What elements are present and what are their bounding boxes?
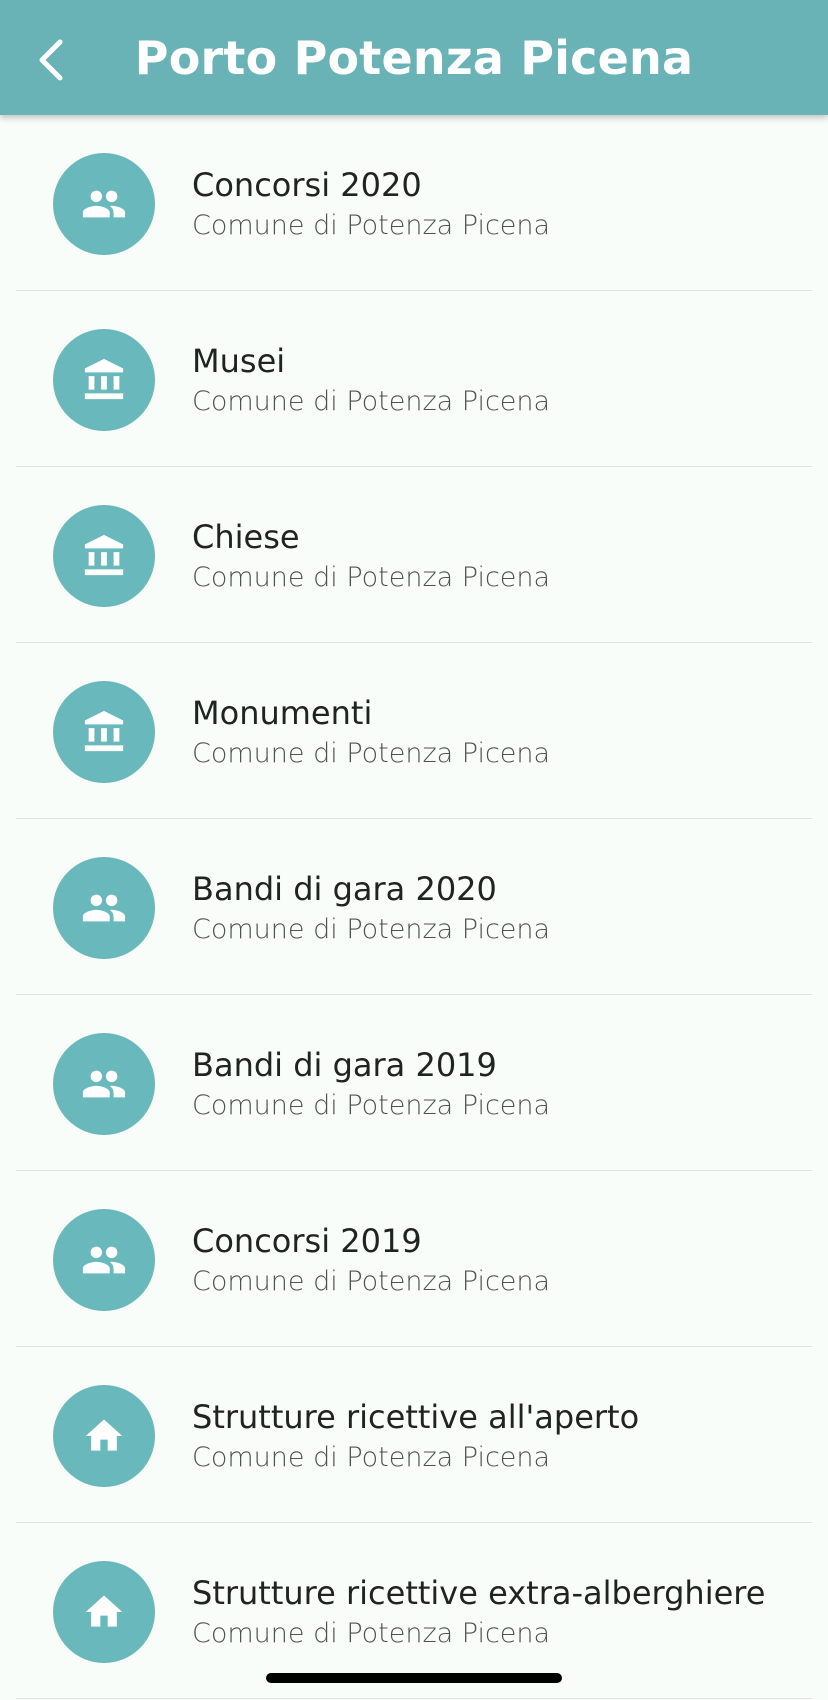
category-list: Concorsi 2020 Comune di Potenza Picena M… [0, 115, 828, 1699]
museum-icon [84, 534, 124, 576]
museum-icon [84, 710, 124, 752]
app-bar: Porto Potenza Picena [0, 0, 828, 115]
category-avatar [53, 329, 155, 431]
list-item-2[interactable]: Musei Comune di Potenza Picena [0, 291, 828, 467]
people-icon [82, 894, 126, 922]
category-avatar [53, 1033, 155, 1135]
list-item-title: Bandi di gara 2019 [192, 1046, 497, 1084]
list-item-subtitle: Comune di Potenza Picena [192, 1266, 551, 1297]
list-item-title: Monumenti [192, 694, 373, 732]
category-avatar [53, 153, 155, 255]
museum-icon [84, 358, 124, 400]
category-avatar [53, 1385, 155, 1487]
list-item-8[interactable]: Strutture ricettive all'aperto Comune di… [0, 1347, 828, 1523]
list-item-subtitle: Comune di Potenza Picena [192, 386, 551, 417]
list-item-title: Bandi di gara 2020 [192, 870, 497, 908]
list-item-subtitle: Comune di Potenza Picena [192, 738, 551, 769]
page-title: Porto Potenza Picena [134, 31, 694, 85]
home-icon [85, 1595, 123, 1627]
category-avatar [53, 857, 155, 959]
list-item-7[interactable]: Concorsi 2019 Comune di Potenza Picena [0, 1171, 828, 1347]
list-item-1[interactable]: Concorsi 2020 Comune di Potenza Picena [0, 115, 828, 291]
list-item-subtitle: Comune di Potenza Picena [192, 1090, 551, 1121]
people-icon [82, 1246, 126, 1274]
list-item-title: Chiese [192, 518, 300, 556]
category-avatar [53, 1209, 155, 1311]
home-indicator [266, 1673, 562, 1683]
category-avatar [53, 1561, 155, 1663]
list-item-6[interactable]: Bandi di gara 2019 Comune di Potenza Pic… [0, 995, 828, 1171]
people-icon [82, 1070, 126, 1098]
list-item-title: Concorsi 2020 [192, 166, 422, 204]
list-item-subtitle: Comune di Potenza Picena [192, 1442, 551, 1473]
home-icon [85, 1419, 123, 1451]
list-item-title: Musei [192, 342, 286, 380]
list-item-subtitle: Comune di Potenza Picena [192, 210, 551, 241]
list-item-5[interactable]: Bandi di gara 2020 Comune di Potenza Pic… [0, 819, 828, 995]
list-item-title: Strutture ricettive extra-alberghiere [192, 1574, 766, 1612]
list-item-subtitle: Comune di Potenza Picena [192, 914, 551, 945]
list-item-title: Concorsi 2019 [192, 1222, 422, 1260]
people-icon [82, 190, 126, 218]
list-item-title: Strutture ricettive all'aperto [192, 1398, 640, 1436]
divider [16, 1698, 812, 1699]
category-avatar [53, 681, 155, 783]
list-item-4[interactable]: Monumenti Comune di Potenza Picena [0, 643, 828, 819]
list-item-subtitle: Comune di Potenza Picena [192, 562, 551, 593]
list-item-subtitle: Comune di Potenza Picena [192, 1618, 551, 1649]
list-item-3[interactable]: Chiese Comune di Potenza Picena [0, 467, 828, 643]
category-avatar [53, 505, 155, 607]
